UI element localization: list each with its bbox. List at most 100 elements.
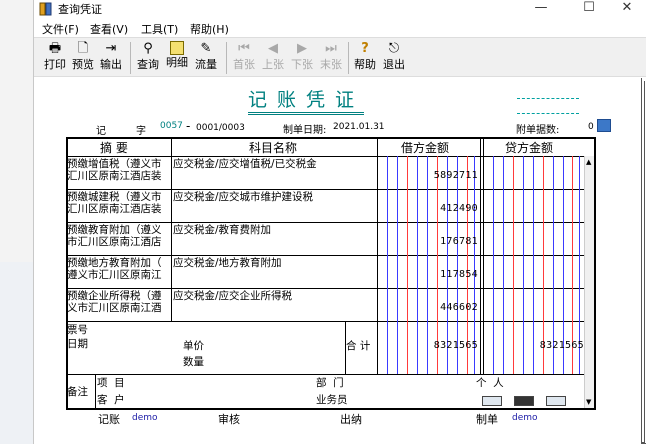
first-icon: ⏮ bbox=[238, 41, 250, 56]
row-debit[interactable]: 446602 bbox=[420, 302, 478, 313]
digit-guide bbox=[387, 156, 388, 374]
row-debit[interactable]: 117854 bbox=[420, 269, 478, 280]
salesman-label: 业务员 bbox=[316, 394, 348, 406]
toolbar-separator bbox=[226, 42, 227, 74]
grid-line bbox=[66, 189, 586, 190]
attachments-count[interactable]: 0 bbox=[588, 122, 594, 132]
edit-card-icon[interactable] bbox=[546, 396, 566, 406]
grid-line bbox=[66, 288, 586, 289]
cashflow-icon: ✎ bbox=[200, 41, 212, 56]
grid-line bbox=[95, 374, 96, 410]
toolbar: 🖶 打印 🗋 预览 ⇥ 输出 ⚲ 查询 明细 ✎ 流量 ⏮ 首张 ◀ 上张 ▶ … bbox=[34, 37, 646, 77]
remark-label: 备注 bbox=[67, 386, 88, 398]
row-summary[interactable]: 遵义市汇川区原南江 bbox=[67, 270, 162, 281]
total-label: 合 计 bbox=[346, 340, 371, 352]
date-label: 制单日期: bbox=[283, 125, 327, 136]
row-summary[interactable]: 预缴企业所得税（遵 bbox=[67, 291, 162, 302]
maximize-button[interactable]: ☐ bbox=[574, 0, 604, 18]
reviewer-label: 审核 bbox=[218, 413, 240, 426]
digit-guide bbox=[407, 156, 408, 374]
menu-view[interactable]: 查看(V) bbox=[90, 21, 128, 37]
id-card-icon[interactable] bbox=[514, 396, 534, 406]
row-account[interactable]: 应交税金/应交增值税/已交税金 bbox=[173, 159, 317, 170]
export-icon: ⇥ bbox=[105, 41, 117, 56]
card-icon[interactable] bbox=[482, 396, 502, 406]
help-icon: ? bbox=[361, 41, 369, 56]
preview-icon: 🗋 bbox=[77, 41, 89, 56]
scroll-up-icon[interactable]: ▲ bbox=[586, 158, 591, 166]
attachment-search-icon[interactable] bbox=[597, 119, 611, 132]
total-debit: 8321565 bbox=[433, 340, 478, 351]
window-title: 查询凭证 bbox=[58, 3, 102, 16]
preview-button[interactable]: 🗋 预览 bbox=[70, 39, 96, 76]
ticket-no-label: 票号 bbox=[67, 324, 88, 336]
customer-label: 客 户 bbox=[97, 394, 125, 406]
bookkeeper-label: 记账 bbox=[98, 413, 120, 426]
quantity-label: 数量 bbox=[183, 356, 204, 368]
project-label: 项 目 bbox=[97, 377, 125, 389]
voucher-date[interactable]: 2021.01.31 bbox=[333, 122, 385, 132]
row-debit[interactable]: 176781 bbox=[420, 236, 478, 247]
grid-line bbox=[66, 374, 586, 375]
grid-scrollbar[interactable]: ▲ ▼ bbox=[584, 156, 594, 408]
header-account: 科目名称 bbox=[249, 141, 298, 155]
binoculars-icon: ⚲ bbox=[143, 41, 153, 56]
minimize-button[interactable]: — bbox=[526, 0, 556, 18]
last-voucher-button[interactable]: ⏭ 末张 bbox=[318, 39, 344, 76]
row-summary[interactable]: 义市汇川区原南江酒 bbox=[67, 303, 162, 314]
unit-price-label: 单价 bbox=[183, 340, 204, 352]
export-button[interactable]: ⇥ 输出 bbox=[98, 39, 124, 76]
app-book-icon bbox=[39, 2, 52, 16]
cashflow-button[interactable]: ✎ 流量 bbox=[193, 39, 219, 76]
digit-guide bbox=[493, 156, 494, 374]
voucher-type[interactable]: 记 bbox=[96, 122, 106, 137]
detail-button[interactable]: 明细 bbox=[164, 39, 190, 76]
exit-door-icon: ⎋ bbox=[388, 41, 400, 56]
attachments-label: 附单据数: bbox=[516, 125, 560, 136]
grid-line bbox=[377, 139, 378, 374]
next-voucher-button[interactable]: ▶ 下张 bbox=[289, 39, 315, 76]
row-summary[interactable]: 市汇川区原南江酒店 bbox=[67, 237, 162, 248]
menu-file[interactable]: 文件(F) bbox=[42, 21, 79, 37]
total-credit: 8321565 bbox=[539, 340, 584, 351]
digit-guide bbox=[397, 156, 398, 374]
header-credit: 贷方金额 bbox=[505, 141, 554, 155]
maker-label: 制单 bbox=[476, 413, 498, 426]
query-button[interactable]: ⚲ 查询 bbox=[135, 39, 161, 76]
title-bar: 查询凭证 — ☐ ✕ bbox=[34, 0, 646, 18]
grid-line bbox=[66, 156, 596, 157]
voucher-page: 0001/0003 bbox=[196, 123, 245, 133]
grid-line bbox=[66, 255, 586, 256]
menu-help[interactable]: 帮助(H) bbox=[190, 21, 229, 37]
row-account[interactable]: 应交税金/应交城市维护建设税 bbox=[173, 192, 313, 203]
last-icon: ⏭ bbox=[325, 41, 337, 56]
row-debit[interactable]: 5892711 bbox=[420, 170, 478, 181]
bookkeeper-value: demo bbox=[132, 413, 158, 423]
voucher-zi-label: 字 bbox=[136, 126, 146, 137]
row-summary[interactable]: 预缴城建税（遵义市 bbox=[67, 192, 162, 203]
row-summary[interactable]: 汇川区原南江酒店装 bbox=[67, 171, 162, 182]
scroll-down-icon[interactable]: ▼ bbox=[586, 398, 591, 406]
row-account[interactable]: 应交税金/教育费附加 bbox=[173, 225, 271, 236]
row-summary[interactable]: 汇川区原南江酒店装 bbox=[67, 204, 162, 215]
row-debit[interactable]: 412490 bbox=[420, 203, 478, 214]
menu-tools[interactable]: 工具(T) bbox=[141, 21, 178, 37]
header-debit: 借方金额 bbox=[401, 141, 450, 155]
close-button[interactable]: ✕ bbox=[612, 0, 642, 18]
help-button[interactable]: ? 帮助 bbox=[352, 39, 378, 76]
row-summary[interactable]: 预缴增值税（遵义市 bbox=[67, 159, 162, 170]
voucher-number[interactable]: 0057 bbox=[160, 121, 183, 131]
row-account[interactable]: 应交税金/地方教育附加 bbox=[173, 258, 282, 269]
exit-button[interactable]: ⎋ 退出 bbox=[381, 39, 407, 76]
grid-line bbox=[171, 139, 172, 321]
print-button[interactable]: 🖶 打印 bbox=[42, 39, 68, 76]
row-account[interactable]: 应交税金/应交企业所得税 bbox=[173, 291, 292, 302]
grid-line bbox=[66, 222, 586, 223]
grid-line bbox=[480, 139, 481, 374]
first-voucher-button[interactable]: ⏮ 首张 bbox=[231, 39, 257, 76]
grid-line bbox=[483, 139, 484, 374]
prev-voucher-button[interactable]: ◀ 上张 bbox=[260, 39, 286, 76]
row-summary[interactable]: 预缴教育附加（遵义 bbox=[67, 225, 162, 236]
prev-icon: ◀ bbox=[268, 41, 278, 56]
row-summary[interactable]: 预缴地方教育附加（ bbox=[67, 258, 162, 269]
